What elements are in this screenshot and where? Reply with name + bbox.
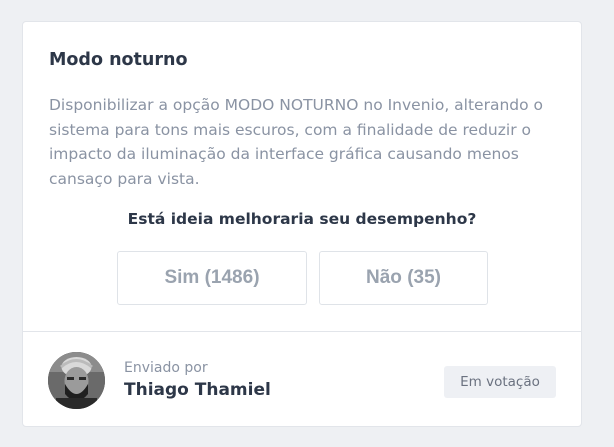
avatar-photo-icon [48,352,105,409]
idea-card: Modo noturno Disponibilizar a opção MODO… [22,21,582,427]
idea-title: Modo noturno [49,50,188,70]
author-avatar [48,352,105,409]
author-name: Thiago Thamiel [124,380,271,400]
divider [23,331,581,332]
status-badge: Em votação [444,366,556,398]
idea-description: Disponibilizar a opção MODO NOTURNO no I… [49,96,544,188]
sent-by-label: Enviado por [124,360,208,376]
vote-yes-button[interactable]: Sim (1486) [117,251,307,305]
vote-no-button[interactable]: Não (35) [319,251,488,305]
vote-question: Está ideia melhoraria seu desempenho? [127,210,477,228]
